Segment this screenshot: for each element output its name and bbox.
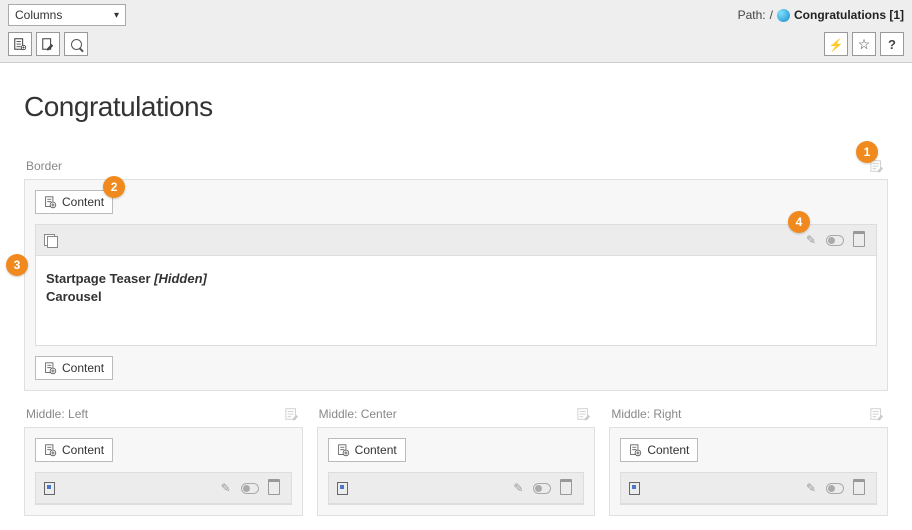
toolbar-btn-2[interactable] <box>36 32 60 56</box>
add-content-icon <box>629 444 642 457</box>
path-sep: / <box>770 8 773 22</box>
section-label: Border <box>26 159 62 173</box>
chevron-down-icon: ▾ <box>114 10 119 21</box>
copy-icon[interactable] <box>44 234 57 247</box>
add-content-button[interactable]: Content <box>620 438 698 462</box>
block-title: Startpage Teaser <box>46 271 151 286</box>
add-content-icon <box>44 362 57 375</box>
edit-section-icon[interactable] <box>868 405 886 423</box>
add-content-button[interactable]: Content <box>328 438 406 462</box>
doc-icon[interactable] <box>337 482 348 495</box>
content-block <box>620 472 877 505</box>
doc-icon[interactable] <box>44 482 55 495</box>
edit-section-icon[interactable] <box>283 405 301 423</box>
annotation-3: 3 <box>6 254 28 276</box>
add-content-icon <box>44 444 57 457</box>
view-select-value: Columns <box>15 8 62 22</box>
add-content-label: Content <box>62 443 104 457</box>
add-content-label: Content <box>355 443 397 457</box>
toggle-icon[interactable] <box>826 231 844 249</box>
delete-icon[interactable] <box>265 479 283 497</box>
add-content-label: Content <box>62 195 104 209</box>
toggle-icon[interactable] <box>826 479 844 497</box>
columns-row: Middle: Left Content <box>24 405 888 530</box>
help-button[interactable] <box>880 32 904 56</box>
path-current[interactable]: Congratulations [1] <box>794 8 904 22</box>
path-label: Path: <box>738 8 766 22</box>
content-block: 4 3 Startpage Teaser [Hidden] Carousel <box>35 224 877 346</box>
page-body: Congratulations Border 1 Content 2 <box>0 63 912 530</box>
content-block <box>35 472 292 505</box>
section-label: Middle: Left <box>26 407 88 421</box>
add-content-label: Content <box>62 361 104 375</box>
bolt-icon <box>829 37 844 52</box>
page-title: Congratulations <box>24 91 888 123</box>
publish-button[interactable] <box>824 32 848 56</box>
edit-icon[interactable] <box>802 231 820 249</box>
delete-icon[interactable] <box>557 479 575 497</box>
section-label: Middle: Right <box>611 407 681 421</box>
section-label: Middle: Center <box>319 407 397 421</box>
section-mid-center: Middle: Center Content <box>317 405 596 516</box>
view-select[interactable]: Columns ▾ <box>8 4 126 26</box>
toolbar: Columns ▾ Path: / Congratulations [1] <box>0 0 912 63</box>
annotation-1: 1 <box>856 141 878 163</box>
edit-icon[interactable] <box>802 479 820 497</box>
annotation-4: 4 <box>788 211 810 233</box>
toggle-icon[interactable] <box>533 479 551 497</box>
add-content-icon <box>44 196 57 209</box>
search-button[interactable] <box>64 32 88 56</box>
delete-icon[interactable] <box>850 231 868 249</box>
block-status: [Hidden] <box>154 271 207 286</box>
toolbar-btn-1[interactable] <box>8 32 32 56</box>
add-content-button-2[interactable]: Content <box>35 356 113 380</box>
section-mid-right: Middle: Right Content <box>609 405 888 516</box>
search-icon <box>71 39 82 50</box>
annotation-2: 2 <box>103 176 125 198</box>
add-content-icon <box>337 444 350 457</box>
doc-icon[interactable] <box>629 482 640 495</box>
favorite-button[interactable] <box>852 32 876 56</box>
toggle-icon[interactable] <box>241 479 259 497</box>
add-content-label: Content <box>647 443 689 457</box>
add-content-button[interactable]: Content <box>35 190 113 214</box>
block-subtitle: Carousel <box>46 289 102 304</box>
edit-icon[interactable] <box>509 479 527 497</box>
section-mid-left: Middle: Left Content <box>24 405 303 516</box>
delete-icon[interactable] <box>850 479 868 497</box>
star-icon <box>858 36 871 53</box>
help-icon <box>888 37 896 52</box>
add-content-button[interactable]: Content <box>35 438 113 462</box>
edit-section-icon[interactable] <box>575 405 593 423</box>
edit-icon[interactable] <box>217 479 235 497</box>
breadcrumb: Path: / Congratulations [1] <box>738 8 904 22</box>
globe-icon <box>777 9 790 22</box>
content-block <box>328 472 585 505</box>
section-border: Border 1 Content 2 <box>24 157 888 391</box>
